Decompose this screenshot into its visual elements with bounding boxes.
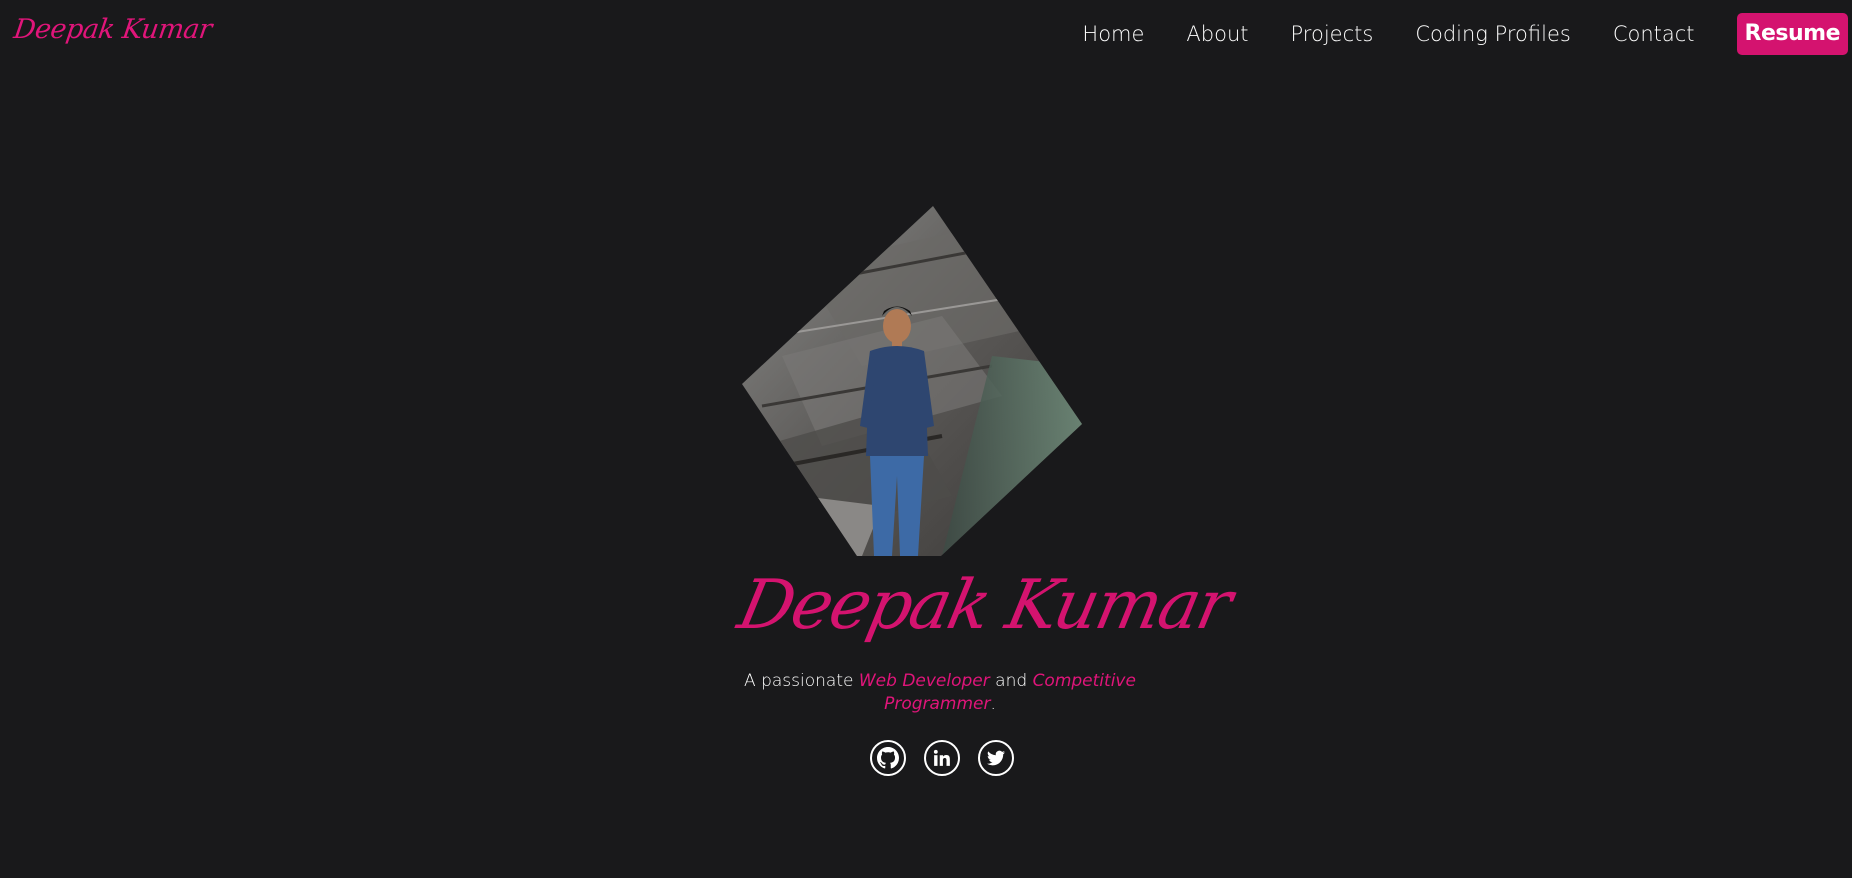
brand-logo[interactable]: Deepak Kumar [12, 14, 214, 45]
nav-links: Home About Projects Coding Profiles Cont… [1082, 12, 1852, 56]
tagline-prefix: A passionate [744, 671, 859, 691]
nav-projects[interactable]: Projects [1291, 22, 1374, 46]
nav-coding-profiles[interactable]: Coding Profiles [1415, 22, 1571, 46]
linkedin-icon [933, 749, 950, 766]
profile-photo [742, 206, 1082, 556]
twitter-icon [987, 750, 1005, 766]
social-links [870, 740, 1014, 776]
tagline-suffix: . [990, 694, 996, 714]
nav-contact[interactable]: Contact [1613, 22, 1695, 46]
nav-about[interactable]: About [1186, 22, 1248, 46]
hero-tagline: A passionate Web Developer and Competiti… [740, 670, 1140, 716]
navbar: Deepak Kumar Home About Projects Coding … [0, 0, 1852, 68]
hero-name: Deepak Kumar [731, 566, 1237, 645]
tagline-middle: and [989, 671, 1033, 691]
linkedin-link[interactable] [924, 740, 960, 776]
tagline-role-web-developer: Web Developer [858, 671, 990, 691]
twitter-link[interactable] [978, 740, 1014, 776]
github-link[interactable] [870, 740, 906, 776]
github-icon [877, 747, 899, 769]
resume-button[interactable]: Resume [1736, 13, 1848, 55]
nav-home[interactable]: Home [1082, 22, 1144, 46]
